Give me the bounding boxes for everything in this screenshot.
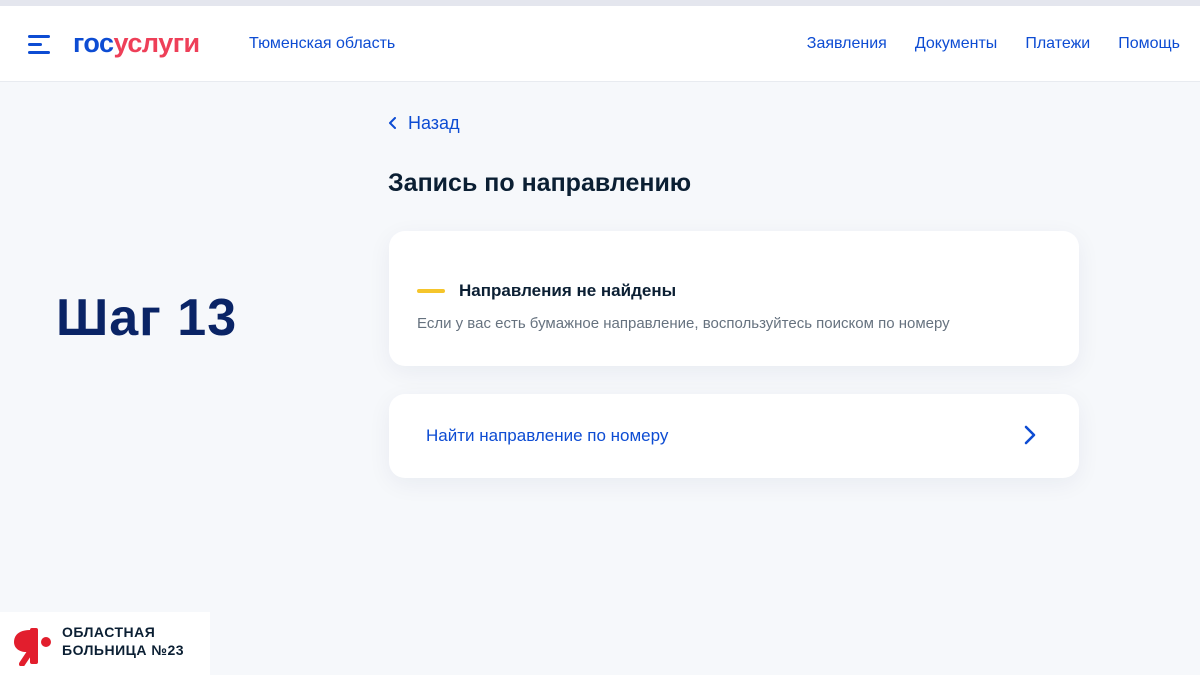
hamburger-menu-icon[interactable] (28, 35, 52, 54)
chevron-right-icon (1024, 425, 1036, 445)
step-label: Шаг 13 (56, 289, 238, 347)
hospital-logo-icon (14, 628, 51, 666)
logo-part-gos: гос (73, 28, 114, 58)
nav-item-payments[interactable]: Платежи (1025, 34, 1090, 54)
nav-item-applications[interactable]: Заявления (807, 34, 887, 54)
hospital-badge: ОБЛАСТНАЯ БОЛЬНИЦА №23 (0, 612, 210, 675)
back-link-label: Назад (408, 113, 460, 133)
region-selector[interactable]: Тюменская область (249, 34, 395, 54)
chevron-left-icon (388, 112, 406, 134)
notice-text: Если у вас есть бумажное направление, во… (417, 315, 950, 332)
search-by-number-button[interactable]: Найти направление по номеру (389, 394, 1079, 478)
nav-item-documents[interactable]: Документы (915, 34, 997, 54)
search-by-number-label: Найти направление по номеру (426, 426, 669, 445)
nav-item-help[interactable]: Помощь (1118, 34, 1180, 54)
site-header: госуслуги Тюменская область Заявления До… (0, 6, 1200, 82)
back-link[interactable]: Назад (388, 112, 460, 134)
warning-bar-icon (417, 289, 445, 293)
notice-title: Направления не найдены (459, 281, 677, 300)
gosuslugi-logo[interactable]: госуслуги (73, 28, 200, 58)
notice-card: Направления не найдены Если у вас есть б… (389, 231, 1079, 366)
hospital-name-line1: ОБЛАСТНАЯ (62, 624, 156, 640)
top-nav: Заявления Документы Платежи Помощь (807, 34, 1180, 54)
hospital-name-line2: БОЛЬНИЦА №23 (62, 642, 185, 658)
logo-part-uslugi: услуги (113, 28, 201, 58)
page-title: Запись по направлению (388, 169, 692, 197)
